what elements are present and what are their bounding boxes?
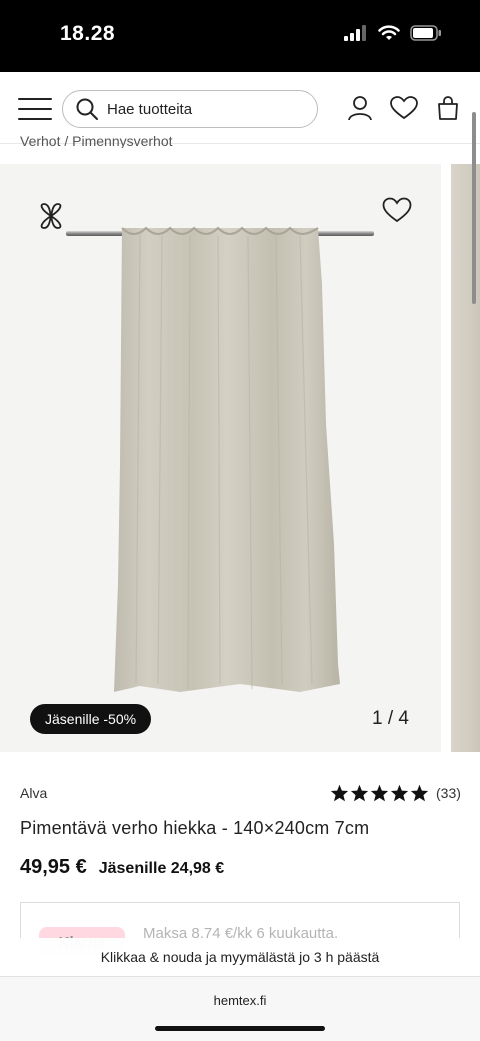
product-image-slide[interactable]: Jäsenille -50% 1 / 4 (0, 164, 441, 752)
page-scrollbar[interactable] (472, 112, 476, 304)
product-rating[interactable]: (33) (330, 784, 461, 802)
product-gallery[interactable]: Jäsenille -50% 1 / 4 (0, 164, 480, 752)
search-icon (76, 98, 98, 120)
browser-url[interactable]: hemtex.fi (0, 993, 480, 1008)
star-icon (330, 784, 349, 802)
status-icons (344, 25, 442, 41)
star-icon (350, 784, 369, 802)
status-bar: 18.28 (0, 0, 480, 72)
breadcrumb[interactable]: Verhot / Pimennysverhot (20, 136, 173, 148)
hamburger-menu-icon[interactable] (18, 98, 52, 120)
battery-icon (410, 25, 441, 41)
signal-icon (344, 25, 366, 41)
status-time: 18.28 (60, 22, 116, 45)
member-discount-badge: Jäsenille -50% (30, 704, 152, 734)
click-and-collect-notice: Klikkaa & nouda ja myymälästä jo 3 h pää… (0, 938, 480, 976)
curtain-image (66, 226, 374, 692)
search-input[interactable] (107, 100, 287, 118)
home-indicator[interactable] (155, 1026, 325, 1031)
heart-icon[interactable] (389, 94, 419, 122)
add-to-wishlist-icon[interactable] (382, 196, 412, 224)
user-icon[interactable] (346, 94, 374, 122)
browser-bottom-bar: hemtex.fi (0, 976, 480, 1041)
star-icon (390, 784, 409, 802)
product-title: Pimentävä verho hiekka - 140×240cm 7cm (20, 818, 370, 838)
member-price: Jäsenille 24,98 € (98, 860, 225, 877)
compare-icon[interactable] (38, 202, 64, 230)
search-bar[interactable] (62, 90, 318, 128)
star-icon (410, 784, 429, 802)
shopping-bag-icon[interactable] (434, 94, 462, 122)
product-price: 49,95 € (20, 856, 87, 878)
price-row: 49,95 € Jäsenille 24,98 € (20, 856, 224, 879)
review-count: (33) (436, 785, 461, 801)
image-counter: 1 / 4 (372, 708, 409, 729)
site-header (0, 72, 480, 144)
product-brand[interactable]: Alva (20, 785, 47, 801)
rating-stars (330, 784, 429, 802)
wifi-icon (378, 25, 400, 40)
star-icon (370, 784, 389, 802)
